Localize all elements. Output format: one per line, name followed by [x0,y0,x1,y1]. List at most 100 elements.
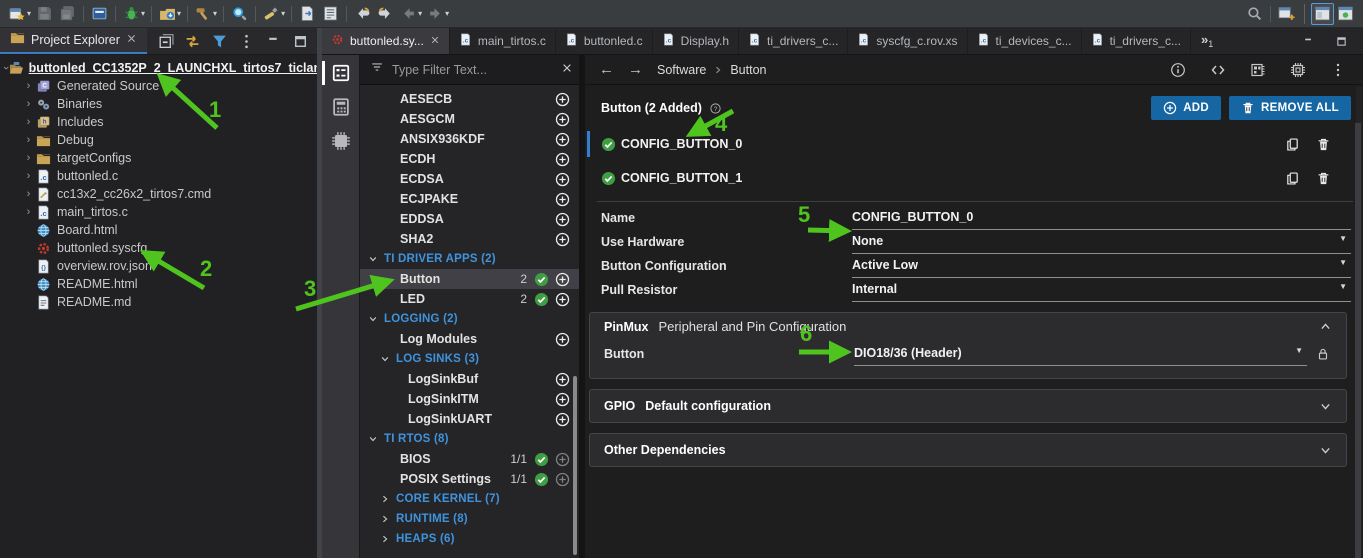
save-icon[interactable] [33,3,56,25]
toolbar-item[interactable] [255,5,257,22]
module-row[interactable]: AESECB [360,89,579,109]
dropdown-caret-icon[interactable]: ▾ [213,9,217,18]
editor-tab[interactable]: .c ti_drivers_c... [1082,28,1191,54]
link-editor-icon[interactable] [183,30,201,52]
pen-icon[interactable] [260,3,283,25]
doc-forward-icon[interactable] [296,3,319,25]
add-module-icon[interactable] [555,232,570,247]
category-chevron-icon[interactable] [380,514,396,524]
section-header[interactable]: Other Dependencies [590,434,1346,466]
category-chevron-icon[interactable] [368,314,384,324]
toolbar-item[interactable] [83,5,85,22]
category-chevron-icon[interactable] [368,434,384,444]
tree-item[interactable]: README.md [0,293,317,311]
minimize-icon[interactable] [264,30,282,52]
dropdown-caret-icon[interactable]: ▾ [177,9,181,18]
tree-item[interactable]: .c buttonled.c [0,167,317,185]
maximize-icon[interactable] [1330,30,1353,52]
lock-icon[interactable] [1316,347,1330,361]
view-software-icon[interactable] [321,61,351,85]
tree-expand-chevron[interactable] [22,116,35,128]
toolbar-item[interactable] [151,5,153,22]
tree-item[interactable]: targetConfigs [0,149,317,167]
add-button[interactable]: ADD [1151,96,1222,120]
module-row[interactable]: POSIX Settings 1/1 [360,469,579,489]
module-row[interactable]: LOG SINKS (3) [360,349,579,369]
dropdown-caret-icon[interactable]: ▾ [27,9,31,18]
delete-icon[interactable] [1316,137,1331,152]
duplicate-icon[interactable] [1285,171,1300,186]
module-row[interactable]: SHA2 [360,229,579,249]
tree-item[interactable]: cc13x2_cc26x2_tirtos7.cmd [0,185,317,203]
toolbar-item[interactable] [115,5,117,22]
editor-tab[interactable]: .c buttonled.c [556,28,653,54]
board-icon[interactable] [1246,59,1269,81]
chip-icon[interactable] [1286,59,1309,81]
add-module-icon[interactable] [555,272,570,287]
module-row[interactable]: Log Modules [360,329,579,349]
toolbar-item[interactable] [1304,3,1305,24]
persp-edit-icon[interactable] [1311,2,1334,25]
module-row[interactable]: CORE KERNEL (7) [360,489,579,509]
tree-item[interactable]: buttonled_CC1352P_2_LAUNCHXL_tirtos7_tic… [0,59,317,77]
toolbar-item[interactable] [223,5,225,22]
tree-item[interactable]: README.html [0,275,317,293]
module-row[interactable]: RUNTIME (8) [360,509,579,529]
build-icon[interactable] [192,3,215,25]
add-module-icon[interactable] [555,92,570,107]
delete-icon[interactable] [1316,171,1331,186]
module-row[interactable]: LOGGING (2) [360,309,579,329]
expand-chevron-icon[interactable] [1319,400,1332,413]
field-value[interactable]: CONFIG_BUTTON_0 [852,206,1351,230]
editor-tab[interactable]: .c ti_devices_c... [968,28,1082,54]
editor-tab[interactable]: .c ti_drivers_c... [739,28,849,54]
project-explorer-tab[interactable]: Project Explorer [0,28,147,54]
module-row[interactable]: ECJPAKE [360,189,579,209]
tree-item[interactable]: buttonled.syscfg [0,239,317,257]
field-value[interactable]: Internal ▼ [852,278,1351,302]
module-row[interactable]: TI DRIVER APPS (2) [360,249,579,269]
search-blue-icon[interactable] [228,3,251,25]
view-device-icon[interactable] [331,131,351,151]
tree-expand-chevron[interactable] [22,134,35,146]
new-wizard-icon[interactable] [6,3,29,25]
add-module-icon[interactable] [555,172,570,187]
module-list-scrollbar[interactable] [573,376,577,555]
config-instance-row[interactable]: CONFIG_BUTTON_1 [585,163,1353,193]
pinmux-section-header[interactable]: PinMux Peripheral and Pin Configuration [590,313,1346,340]
nav-fwd-gold-icon[interactable] [374,3,397,25]
module-row[interactable]: LogSinkBuf [360,369,579,389]
close-icon[interactable] [126,31,137,49]
tree-expand-chevron[interactable] [22,170,35,182]
module-row[interactable]: LogSinkUART [360,409,579,429]
module-filter-input[interactable] [392,62,553,77]
filter-funnel-icon[interactable] [210,30,228,52]
field-value[interactable]: Active Low ▼ [852,254,1351,278]
clear-filter-icon[interactable] [561,61,573,79]
persp-debug-icon[interactable] [1334,3,1357,25]
info-icon[interactable] [1166,59,1189,81]
load-program-icon[interactable] [156,3,179,25]
save-all-icon[interactable] [56,3,79,25]
doc-outline-icon[interactable] [319,3,342,25]
editor-tab[interactable]: buttonled.sy... [322,28,450,54]
module-row[interactable]: HEAPS (6) [360,529,579,549]
tree-expand-chevron[interactable] [22,152,35,164]
add-module-icon[interactable] [555,372,570,387]
debug-icon[interactable] [120,3,143,25]
module-row[interactable]: BIOS 1/1 [360,449,579,469]
breadcrumb-button[interactable]: Button [730,63,766,77]
config-instance-row[interactable]: CONFIG_BUTTON_0 [585,129,1353,159]
toolbar-item[interactable] [346,5,348,22]
tree-expand-chevron[interactable] [4,62,8,74]
module-row[interactable]: TI RTOS (8) [360,429,579,449]
add-module-icon[interactable] [555,472,570,487]
history-forward-icon[interactable]: → [628,61,643,78]
add-module-icon[interactable] [555,112,570,127]
module-row[interactable]: EDDSA [360,209,579,229]
add-module-icon[interactable] [555,192,570,207]
tree-item[interactable]: C Generated Source [0,77,317,95]
editor-tab[interactable]: .c Display.h [653,28,740,54]
tree-item[interactable]: h Includes [0,113,317,131]
collapse-all-icon[interactable] [156,30,174,52]
